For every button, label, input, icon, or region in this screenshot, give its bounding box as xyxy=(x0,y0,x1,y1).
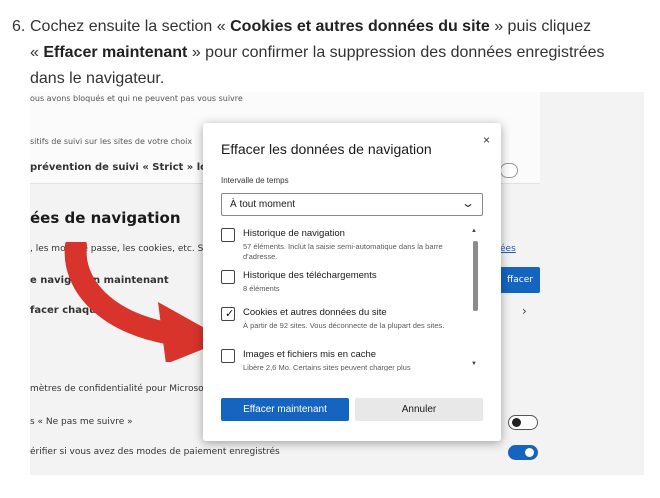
payment-methods-toggle[interactable] xyxy=(508,445,538,460)
settings-text-9: érifier si vous avez des modes de paieme… xyxy=(30,447,280,457)
data-types-list: Historique de navigation 57 éléments. In… xyxy=(221,228,483,371)
toggle-knob xyxy=(525,448,534,457)
checkbox-cached-images[interactable] xyxy=(221,349,235,363)
clear-now-name: Effacer maintenant xyxy=(43,44,188,61)
settings-text-1: ous avons bloqués et qui ne peuvent pas … xyxy=(30,94,243,103)
toggle-knob xyxy=(512,418,521,427)
instruction-line-1: Cochez ensuite la section « Cookies et a… xyxy=(30,18,592,35)
item-title: Images et fichiers mis en cache xyxy=(243,349,377,360)
close-icon[interactable]: × xyxy=(483,133,490,147)
checkbox-browsing-history[interactable] xyxy=(221,228,235,242)
item-description: 57 éléments. Inclut la saisie semi-autom… xyxy=(243,242,443,261)
strict-toggle[interactable] xyxy=(500,163,518,178)
chevron-right-icon[interactable]: › xyxy=(522,304,527,318)
item-description: 8 éléments xyxy=(243,284,280,293)
checkmark-icon: ✓ xyxy=(225,308,235,320)
scroll-down-icon[interactable]: ▼ xyxy=(471,361,477,367)
checkbox-cookies[interactable]: ✓ xyxy=(221,307,235,321)
settings-text-8: s « Ne pas me suivre » xyxy=(30,417,133,427)
time-range-value: À tout moment xyxy=(230,199,296,210)
clear-data-button-bg[interactable]: ffacer xyxy=(500,267,540,293)
browsing-data-heading: ées de navigation xyxy=(30,209,181,227)
clear-browsing-data-dialog: Effacer les données de navigation × Inte… xyxy=(203,123,501,441)
list-scrollbar[interactable]: ▲ ▼ xyxy=(471,228,479,371)
instruction-line-2: « Effacer maintenant » pour confirmer la… xyxy=(30,44,605,61)
time-range-select[interactable]: À tout moment ⌄ xyxy=(221,193,483,216)
settings-text-7: mètres de confidentialité pour Microso xyxy=(30,384,204,394)
cancel-button[interactable]: Annuler xyxy=(355,398,483,421)
item-title: Historique des téléchargements xyxy=(243,270,377,281)
instruction-line-3: dans le navigateur. xyxy=(30,70,165,87)
do-not-track-toggle[interactable] xyxy=(508,415,538,430)
chevron-down-icon: ⌄ xyxy=(460,196,476,210)
scroll-thumb[interactable] xyxy=(473,241,478,311)
step-number: 6. xyxy=(12,18,26,35)
cookies-option-name: Cookies et autres données du site xyxy=(230,18,490,35)
scroll-up-icon[interactable]: ▲ xyxy=(471,228,477,234)
checkbox-download-history[interactable] xyxy=(221,270,235,284)
item-title: Cookies et autres données du site xyxy=(243,307,387,318)
settings-text-2: sitifs de suivi sur les sites de votre c… xyxy=(30,137,193,146)
item-description: À partir de 92 sites. Vous déconnecte de… xyxy=(243,321,445,330)
time-range-label: Intervalle de temps xyxy=(221,176,289,185)
settings-link[interactable]: ées xyxy=(500,244,516,254)
dialog-title: Effacer les données de navigation xyxy=(221,141,432,157)
browser-screenshot: ous avons bloqués et qui ne peuvent pas … xyxy=(30,92,644,475)
item-title: Historique de navigation xyxy=(243,228,345,239)
item-description: Libère 2,6 Mo. Certains sites peuvent ch… xyxy=(243,363,411,371)
clear-now-button[interactable]: Effacer maintenant xyxy=(221,398,349,421)
